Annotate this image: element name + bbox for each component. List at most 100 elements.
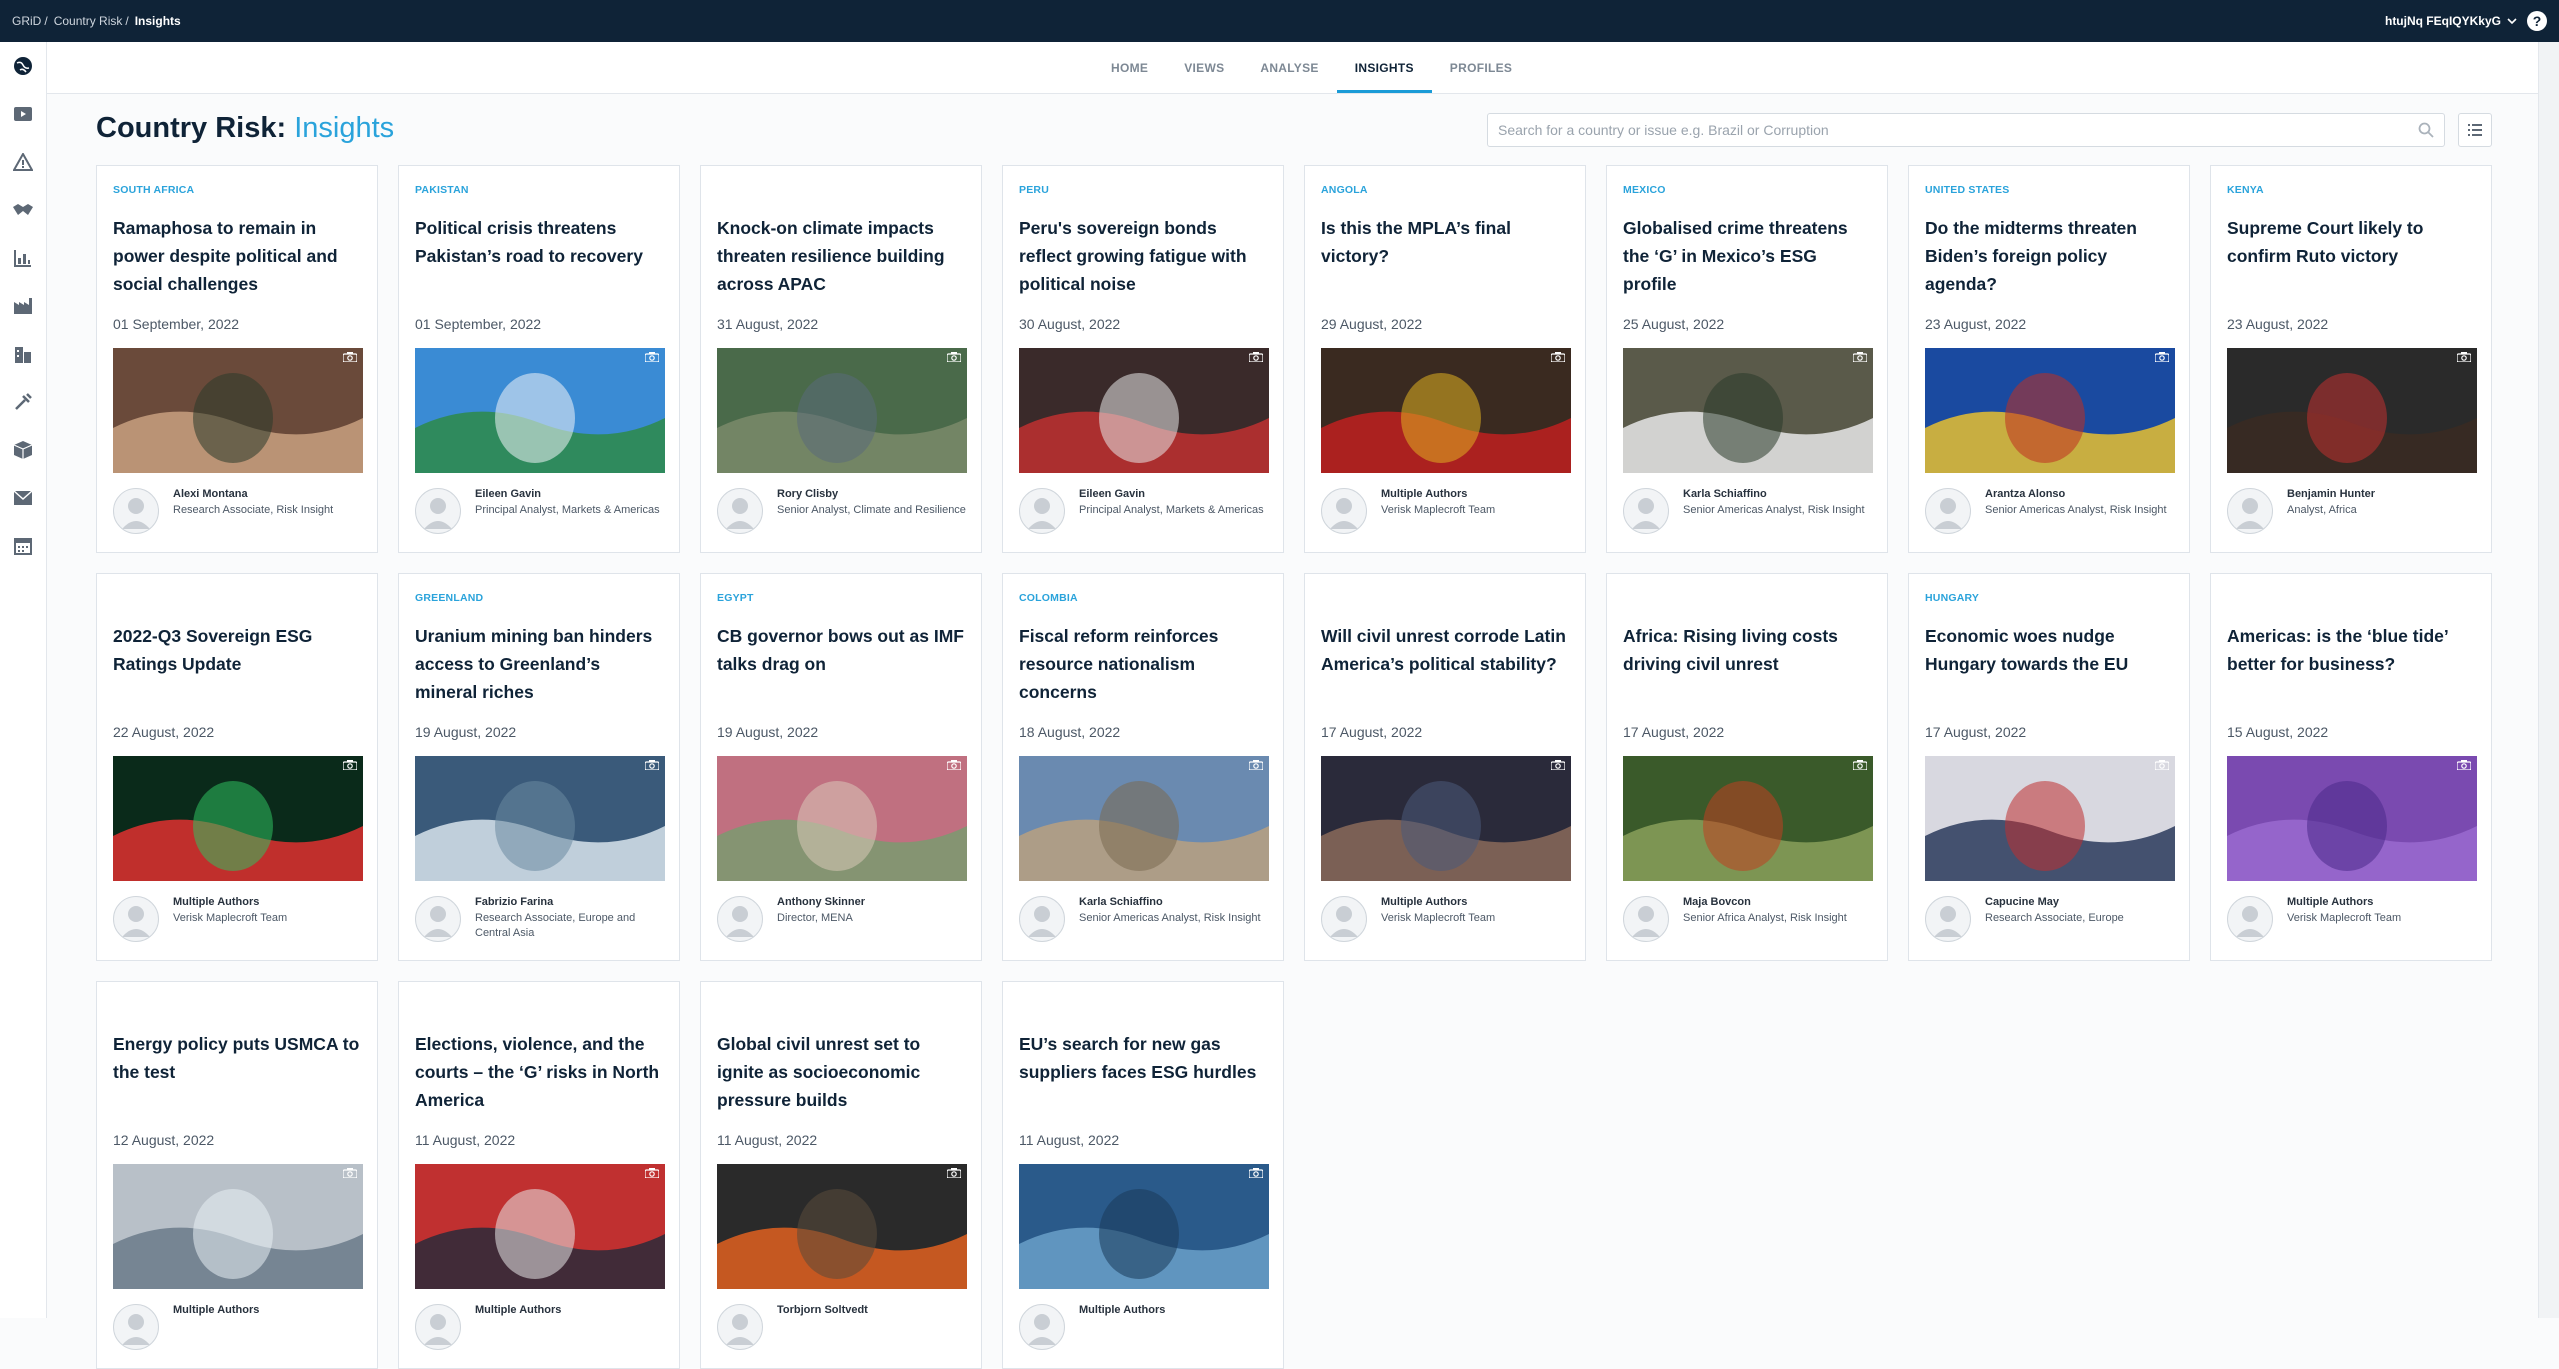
insight-card[interactable]: PAKISTAN Political crisis threatens Pakis… (398, 165, 680, 553)
tab-home[interactable]: HOME (1093, 42, 1166, 93)
search-icon[interactable] (2418, 122, 2434, 138)
card-country[interactable]: PAKISTAN (415, 184, 469, 196)
handshake-icon[interactable] (11, 198, 35, 222)
card-image[interactable] (717, 1164, 967, 1289)
user-menu[interactable]: htujNq FEqIQYKkyG (2385, 14, 2517, 28)
card-image[interactable] (717, 348, 967, 473)
insight-card[interactable]: EU’s search for new gas suppliers faces … (1002, 981, 1284, 1369)
author-name[interactable]: Multiple Authors (173, 896, 259, 908)
card-image[interactable] (1321, 756, 1571, 881)
insight-card[interactable]: COLOMBIA Fiscal reform reinforces resourc… (1002, 573, 1284, 961)
factory-icon[interactable] (11, 294, 35, 318)
card-headline[interactable]: Will civil unrest corrode Latin America’… (1321, 622, 1573, 678)
card-headline[interactable]: Global civil unrest set to ignite as soc… (717, 1030, 969, 1114)
card-country[interactable]: MEXICO (1623, 184, 1666, 196)
page-scrollbar[interactable] (2538, 42, 2559, 1318)
card-image[interactable] (1925, 756, 2175, 881)
author-name[interactable]: Capucine May (1985, 896, 2059, 908)
card-image[interactable] (1925, 348, 2175, 473)
card-headline[interactable]: Globalised crime threatens the ‘G’ in Me… (1623, 214, 1875, 298)
author-name[interactable]: Alexi Montana (173, 488, 248, 500)
card-headline[interactable]: CB governor bows out as IMF talks drag o… (717, 622, 969, 678)
insight-card[interactable]: HUNGARY Economic woes nudge Hungary towar… (1908, 573, 2190, 961)
insight-card[interactable]: Energy policy puts USMCA to the test 12 A… (96, 981, 378, 1369)
help-icon[interactable]: ? (2527, 11, 2547, 31)
author-name[interactable]: Multiple Authors (1079, 1304, 1165, 1316)
author-name[interactable]: Anthony Skinner (777, 896, 865, 908)
list-view-button[interactable] (2458, 113, 2492, 147)
warning-icon[interactable] (11, 150, 35, 174)
card-headline[interactable]: Energy policy puts USMCA to the test (113, 1030, 365, 1086)
author-name[interactable]: Eileen Gavin (475, 488, 541, 500)
buildings-icon[interactable] (11, 342, 35, 366)
globe-icon[interactable] (11, 54, 35, 78)
author-name[interactable]: Multiple Authors (1381, 488, 1467, 500)
author-name[interactable]: Rory Clisby (777, 488, 838, 500)
author-name[interactable]: Eileen Gavin (1079, 488, 1145, 500)
card-headline[interactable]: Fiscal reform reinforces resource nation… (1019, 622, 1271, 706)
card-image[interactable] (415, 1164, 665, 1289)
tab-insights[interactable]: INSIGHTS (1336, 42, 1432, 93)
mail-icon[interactable] (11, 486, 35, 510)
card-country[interactable]: KENYA (2227, 184, 2264, 196)
insight-card[interactable]: Elections, violence, and the courts – th… (398, 981, 680, 1369)
card-image[interactable] (1019, 756, 1269, 881)
card-headline[interactable]: Ramaphosa to remain in power despite pol… (113, 214, 365, 298)
card-headline[interactable]: Is this the MPLA’s final victory? (1321, 214, 1573, 270)
insight-card[interactable]: EGYPT CB governor bows out as IMF talks d… (700, 573, 982, 961)
author-name[interactable]: Karla Schiaffino (1079, 896, 1163, 908)
insight-card[interactable]: ANGOLA Is this the MPLA’s final victory? 2… (1304, 165, 1586, 553)
search-input[interactable] (1488, 114, 2408, 146)
card-country[interactable]: COLOMBIA (1019, 592, 1078, 604)
card-headline[interactable]: Elections, violence, and the courts – th… (415, 1030, 667, 1114)
card-image[interactable] (113, 1164, 363, 1289)
insight-card[interactable]: Will civil unrest corrode Latin America’… (1304, 573, 1586, 961)
card-image[interactable] (113, 348, 363, 473)
card-country[interactable]: PERU (1019, 184, 1049, 196)
card-image[interactable] (415, 756, 665, 881)
insight-card[interactable]: GREENLAND Uranium mining ban hinders acce… (398, 573, 680, 961)
card-headline[interactable]: Knock-on climate impacts threaten resili… (717, 214, 969, 298)
chart-icon[interactable] (11, 246, 35, 270)
card-image[interactable] (1623, 756, 1873, 881)
breadcrumb-grid[interactable]: GRiD (12, 14, 41, 28)
insight-card[interactable]: Knock-on climate impacts threaten resili… (700, 165, 982, 553)
insight-card[interactable]: PERU Peru's sovereign bonds reflect growi… (1002, 165, 1284, 553)
card-headline[interactable]: Americas: is the ‘blue tide’ better for … (2227, 622, 2479, 678)
card-country[interactable]: SOUTH AFRICA (113, 184, 194, 196)
insight-card[interactable]: SOUTH AFRICA Ramaphosa to remain in power… (96, 165, 378, 553)
breadcrumb-country-risk[interactable]: Country Risk (54, 14, 123, 28)
author-name[interactable]: Multiple Authors (2287, 896, 2373, 908)
insight-card[interactable]: UNITED STATES Do the midterms threaten Bi… (1908, 165, 2190, 553)
author-name[interactable]: Multiple Authors (1381, 896, 1467, 908)
card-headline[interactable]: EU’s search for new gas suppliers faces … (1019, 1030, 1271, 1086)
card-country[interactable]: UNITED STATES (1925, 184, 2009, 196)
card-image[interactable] (2227, 756, 2477, 881)
card-image[interactable] (415, 348, 665, 473)
card-headline[interactable]: Peru's sovereign bonds reflect growing f… (1019, 214, 1271, 298)
calendar-icon[interactable] (11, 534, 35, 558)
cube-icon[interactable] (11, 438, 35, 462)
author-name[interactable]: Maja Bovcon (1683, 896, 1751, 908)
insight-card[interactable]: 2022-Q3 Sovereign ESG Ratings Update 22 A… (96, 573, 378, 961)
insight-card[interactable]: Americas: is the ‘blue tide’ better for … (2210, 573, 2492, 961)
tools-icon[interactable] (11, 390, 35, 414)
author-name[interactable]: Multiple Authors (173, 1304, 259, 1316)
author-name[interactable]: Torbjorn Soltvedt (777, 1304, 868, 1316)
tab-views[interactable]: VIEWS (1166, 42, 1242, 93)
author-name[interactable]: Fabrizio Farina (475, 896, 553, 908)
insight-card[interactable]: KENYA Supreme Court likely to confirm Rut… (2210, 165, 2492, 553)
insight-card[interactable]: MEXICO Globalised crime threatens the ‘G’… (1606, 165, 1888, 553)
tab-profiles[interactable]: PROFILES (1432, 42, 1530, 93)
card-headline[interactable]: Supreme Court likely to confirm Ruto vic… (2227, 214, 2479, 270)
insight-card[interactable]: Global civil unrest set to ignite as soc… (700, 981, 982, 1369)
author-name[interactable]: Karla Schiaffino (1683, 488, 1767, 500)
card-image[interactable] (1321, 348, 1571, 473)
tab-analyse[interactable]: ANALYSE (1242, 42, 1336, 93)
card-headline[interactable]: 2022-Q3 Sovereign ESG Ratings Update (113, 622, 365, 678)
card-country[interactable]: HUNGARY (1925, 592, 1979, 604)
card-country[interactable]: EGYPT (717, 592, 754, 604)
card-country[interactable]: ANGOLA (1321, 184, 1368, 196)
author-name[interactable]: Benjamin Hunter (2287, 488, 2375, 500)
card-image[interactable] (717, 756, 967, 881)
